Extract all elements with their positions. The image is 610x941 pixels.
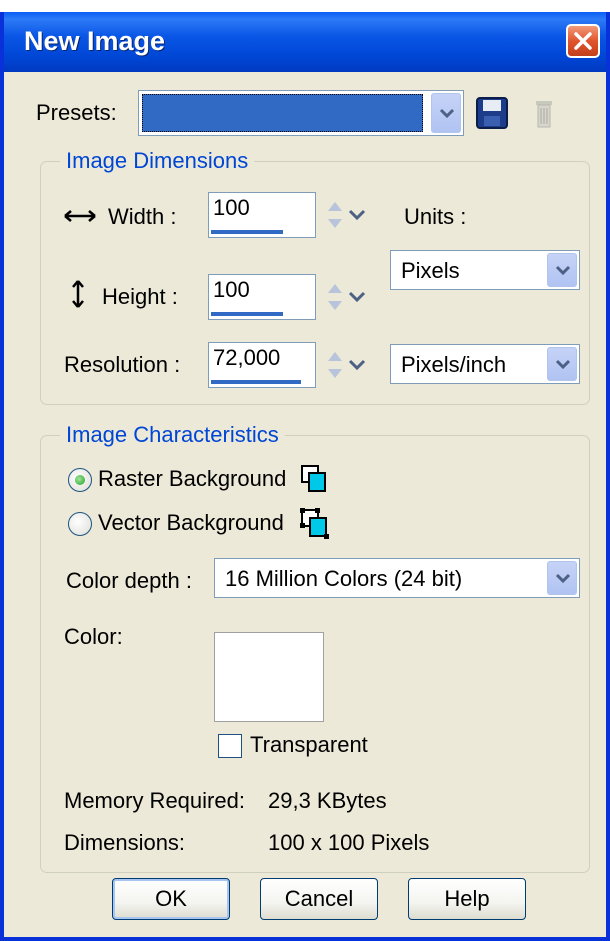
close-icon — [574, 32, 592, 50]
save-preset-button[interactable] — [474, 95, 510, 131]
presets-dropdown[interactable] — [138, 90, 464, 136]
height-label: Height : — [102, 284, 178, 309]
spin-up-down-icon — [328, 352, 366, 378]
ok-button[interactable]: OK — [112, 878, 230, 920]
units-dropdown-arrow[interactable] — [547, 253, 577, 287]
radio-selected-dot — [75, 475, 85, 485]
raster-background-radio[interactable] — [68, 468, 92, 492]
raster-layer-icon — [301, 465, 326, 492]
chevron-down-icon — [439, 108, 455, 118]
color-depth-label: Color depth : — [66, 568, 192, 593]
width-range-bar — [211, 230, 283, 234]
chevron-down-icon — [555, 359, 571, 369]
vertical-arrows-icon — [72, 280, 84, 308]
height-range-bar — [211, 312, 283, 316]
memory-required-label: Memory Required: — [64, 788, 245, 813]
vector-background-label[interactable]: Vector Background — [98, 510, 284, 536]
close-button[interactable] — [566, 24, 600, 58]
units-label: Units : — [404, 204, 467, 229]
transparent-label[interactable]: Transparent — [250, 732, 368, 758]
window-title: New Image — [24, 26, 166, 56]
dimensions-label: Dimensions: — [64, 830, 186, 855]
width-spinner[interactable] — [322, 193, 370, 237]
title-bar[interactable]: New Image — [4, 12, 606, 72]
image-dimensions-title: Image Dimensions — [60, 148, 255, 174]
help-button[interactable]: Help — [408, 878, 526, 920]
width-input[interactable]: 100 — [208, 192, 316, 238]
spin-up-down-icon — [328, 284, 366, 310]
chevron-down-icon — [555, 573, 571, 583]
raster-background-label[interactable]: Raster Background — [98, 466, 286, 492]
resolution-input[interactable]: 72,000 — [208, 342, 316, 388]
color-swatch[interactable] — [214, 632, 324, 722]
transparent-checkbox[interactable] — [218, 734, 242, 758]
memory-required-value: 29,3 KBytes — [268, 788, 387, 813]
resolution-spinner[interactable] — [322, 343, 370, 387]
image-characteristics-title: Image Characteristics — [60, 422, 285, 448]
new-image-dialog: New Image Presets: Image Dimensions Widt… — [0, 12, 610, 941]
trash-icon — [536, 101, 552, 128]
presets-label: Presets: — [36, 100, 117, 125]
width-label: Width : — [108, 204, 177, 229]
resolution-range-bar — [211, 380, 301, 384]
floppy-disk-icon — [476, 97, 508, 129]
color-depth-dropdown-arrow[interactable] — [547, 561, 577, 595]
height-spinner[interactable] — [322, 275, 370, 319]
chevron-down-icon — [555, 265, 571, 275]
vector-layer-icon — [300, 508, 329, 539]
resolution-units-dropdown[interactable]: Pixels/inch — [390, 344, 580, 384]
resolution-label: Resolution : — [64, 352, 181, 377]
delete-preset-button[interactable] — [526, 95, 562, 131]
vector-background-radio[interactable] — [68, 512, 92, 536]
horizontal-arrows-icon — [64, 210, 96, 222]
color-depth-dropdown[interactable]: 16 Million Colors (24 bit) — [214, 558, 580, 598]
presets-selected-value — [142, 94, 423, 132]
resolution-units-dropdown-arrow[interactable] — [547, 347, 577, 381]
color-label: Color: — [64, 624, 123, 649]
units-dropdown[interactable]: Pixels — [390, 250, 580, 290]
cancel-button[interactable]: Cancel — [260, 878, 378, 920]
dimensions-value: 100 x 100 Pixels — [268, 830, 430, 855]
spin-up-down-icon — [328, 202, 366, 228]
height-input[interactable]: 100 — [208, 274, 316, 320]
presets-dropdown-arrow[interactable] — [431, 93, 461, 133]
